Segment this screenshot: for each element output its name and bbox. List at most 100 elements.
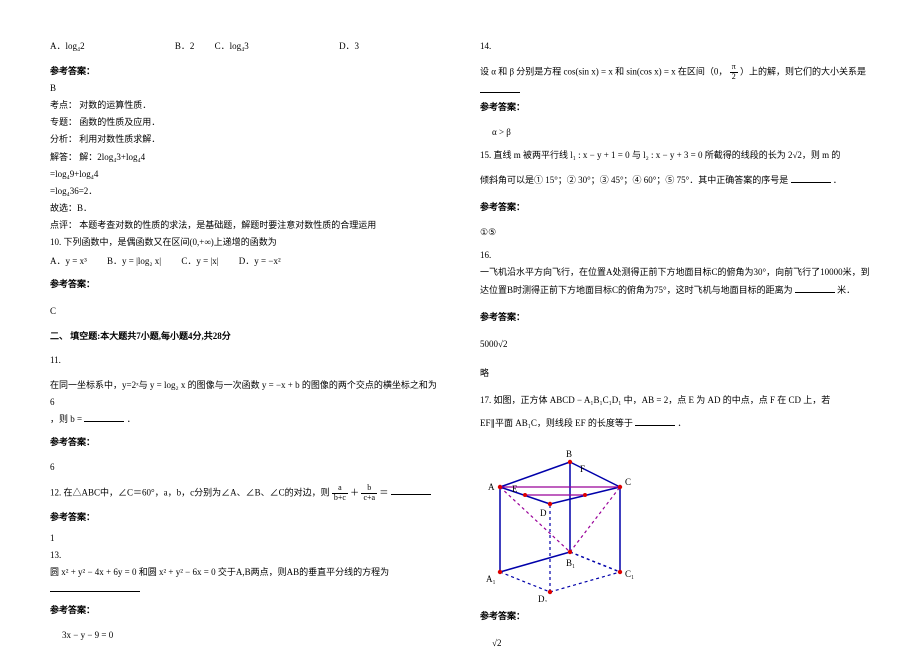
q10-stem: 10. 下列函数中，是偶函数又在区间(0,+∞)上递增的函数为 xyxy=(50,234,440,251)
jieda-text1: 解：2log₄3+log₄4 xyxy=(79,152,145,162)
q9-options: A．log₄2 B．2 C．log₄3 D．3 xyxy=(50,38,440,55)
q10-option-a: A．y = x³ xyxy=(50,253,87,270)
dianping-label: 点评： xyxy=(50,220,77,230)
kaodian-text: 对数的运算性质． xyxy=(79,100,151,110)
lbl-A1: A₁ xyxy=(486,574,496,584)
zhuanti-row: 专题： 函数的性质及应用． xyxy=(50,114,440,131)
q15-answer: ①⑤ xyxy=(480,224,870,241)
q17-blank xyxy=(635,416,675,426)
q9-option-d: D．3 xyxy=(339,38,359,55)
kaodian-row: 考点： 对数的运算性质． xyxy=(50,97,440,114)
q14-answer: α > β xyxy=(492,124,870,141)
q13-stem-text: 圆 x² + y² − 4x + 6y = 0 和圆 x² + y² − 6x … xyxy=(50,567,389,577)
q10-answer-label: 参考答案： xyxy=(50,276,440,293)
jieda-text3: =log₄36=2． xyxy=(50,183,440,200)
q9-option-a: A．log₄2 xyxy=(50,38,85,55)
jieda-label: 解答： xyxy=(50,152,77,162)
q14-stem-b: ）上的解，则它们的大小关系是 xyxy=(740,66,866,76)
q17-answer-label: 参考答案： xyxy=(480,608,870,625)
q17-stem-line2: EF∥平面 AB₁C，则线段 EF 的长度等于 ． xyxy=(480,415,870,432)
q10-options: A．y = x³ B．y = |log₂ x| C．y = |x| D．y = … xyxy=(50,253,440,270)
q16-stem: 一飞机沿水平方向飞行，在位置A处测得正前下方地面目标C的俯角为30°，向前飞行了… xyxy=(480,264,870,298)
fenxi-text: 利用对数性质求解． xyxy=(79,134,160,144)
q15-stem-b: 倾斜角可以是① 15°；② 30°；③ 45°；④ 60°；⑤ 75°．其中正确… xyxy=(480,175,788,185)
q16-answer-label: 参考答案： xyxy=(480,309,870,326)
q16-note: 略 xyxy=(480,365,870,382)
q12-stem: 12. 在△ABC中，∠C＝60°，a，b，c分别为∠A、∠B、∠C的对边，则 … xyxy=(50,484,440,503)
dianping-row: 点评： 本题考查对数的性质的求法，是基础题，解题时要注意对数性质的合理运用 xyxy=(50,217,440,234)
q14-answer-label: 参考答案： xyxy=(480,99,870,116)
q12-frac2: b c+a xyxy=(361,484,377,503)
q17-period: ． xyxy=(677,418,686,428)
q9-option-b: B．2 xyxy=(175,38,195,55)
lbl-B: B xyxy=(566,449,572,459)
q12-frac1-bot: b+c xyxy=(332,494,348,503)
q16-blank xyxy=(795,283,835,293)
q17-answer: √2 xyxy=(492,635,870,652)
lbl-F: F xyxy=(580,464,585,474)
lbl-D1: D₁ xyxy=(538,594,548,602)
q13-answer: 3x − y − 9 = 0 xyxy=(62,627,440,644)
answer-label: 参考答案： xyxy=(50,66,95,76)
q11-period: ． xyxy=(127,414,136,424)
q15-period: ． xyxy=(833,175,842,185)
q10-option-d: D．y = −x² xyxy=(239,253,281,270)
lbl-C: C xyxy=(625,477,631,487)
q12-frac1: a b+c xyxy=(332,484,348,503)
q12-answer-label: 参考答案： xyxy=(50,509,440,526)
q15-stem-line2: 倾斜角可以是① 15°；② 30°；③ 45°；④ 60°；⑤ 75°．其中正确… xyxy=(480,172,870,189)
q12-blank xyxy=(391,485,431,495)
q14-pi-over-2: π 2 xyxy=(730,63,738,82)
q12-plus: ＋ xyxy=(350,487,359,497)
q12-stem-text: 12. 在△ABC中，∠C＝60°，a，b，c分别为∠A、∠B、∠C的对边，则 xyxy=(50,487,330,497)
q11-stem-line1: 在同一坐标系中，y=2ˣ与 y = log₂ x 的图像与一次函数 y = −x… xyxy=(50,377,440,411)
section2-title: 二、 填空题:本大题共7小题,每小题4分,共28分 xyxy=(50,328,440,345)
lbl-A: A xyxy=(488,482,495,492)
lbl-C1: C₁ xyxy=(625,569,634,579)
zhuanti-label: 专题： xyxy=(50,117,77,127)
q9-answer-block: 参考答案： xyxy=(50,63,440,80)
q11-stem-line2: ，则 b = ． xyxy=(50,411,440,428)
q14-blank xyxy=(480,83,520,93)
q15-stem-a: 15. 直线 m 被两平行线 l₁ : x − y + 1 = 0 与 l₂ :… xyxy=(480,147,870,164)
q16-stem-b: 米． xyxy=(837,285,855,295)
q12-frac2-bot: c+a xyxy=(361,494,377,503)
q16-answer: 5000√2 xyxy=(480,336,870,353)
q11-stem2-text: ，则 b = xyxy=(50,414,84,424)
q13-stem: 圆 x² + y² − 4x + 6y = 0 和圆 x² + y² − 6x … xyxy=(50,564,440,598)
q14-stem: 设 α 和 β 分别是方程 cos(sin x) = x 和 sin(cos x… xyxy=(480,63,870,99)
q9-option-c: C．log₄3 xyxy=(215,38,249,55)
q14-stem-a: 设 α 和 β 分别是方程 cos(sin x) = x 和 sin(cos x… xyxy=(480,66,727,76)
q14-num: 14. xyxy=(480,38,870,55)
jieda-row1: 解答： 解：2log₄3+log₄4 xyxy=(50,149,440,166)
q13-blank xyxy=(50,582,140,592)
q14-pi2-bot: 2 xyxy=(730,73,738,82)
q16-num: 16. xyxy=(480,247,870,264)
zhuanti-text: 函数的性质及应用． xyxy=(79,117,160,127)
cube-icon: A B C D E F A₁ B₁ C₁ D₁ xyxy=(480,442,650,602)
q15-answer-label: 参考答案： xyxy=(480,199,870,216)
q15-blank xyxy=(791,173,831,183)
right-column: 14. 设 α 和 β 分别是方程 cos(sin x) = x 和 sin(c… xyxy=(480,38,870,652)
fenxi-label: 分析： xyxy=(50,134,77,144)
q11-blank xyxy=(84,412,124,422)
q9-answer: B xyxy=(50,80,440,97)
q11-num: 11. xyxy=(50,352,440,369)
q17-figure: A B C D E F A₁ B₁ C₁ D₁ xyxy=(480,442,870,602)
q12-answer: 1 xyxy=(50,530,440,547)
left-column: A．log₄2 B．2 C．log₄3 D．3 参考答案： B 考点： 对数的运… xyxy=(50,38,440,652)
q11-answer-label: 参考答案： xyxy=(50,434,440,451)
page-columns: A．log₄2 B．2 C．log₄3 D．3 参考答案： B 考点： 对数的运… xyxy=(50,38,870,652)
q13-answer-label: 参考答案： xyxy=(50,602,440,619)
lbl-D: D xyxy=(540,508,547,518)
jieda-text2: =log₄9+log₄4 xyxy=(50,166,440,183)
q13-num: 13. xyxy=(50,547,440,564)
q10-answer: C xyxy=(50,303,440,320)
q10-option-c: C．y = |x| xyxy=(181,253,218,270)
jieda-text4: 故选：B． xyxy=(50,200,440,217)
lbl-E: E xyxy=(512,484,518,494)
q12-equals: ＝ xyxy=(379,487,388,497)
q11-answer: 6 xyxy=(50,459,440,476)
q10-option-b: B．y = |log₂ x| xyxy=(107,253,161,270)
q17-stem-b: EF∥平面 AB₁C，则线段 EF 的长度等于 xyxy=(480,418,633,428)
